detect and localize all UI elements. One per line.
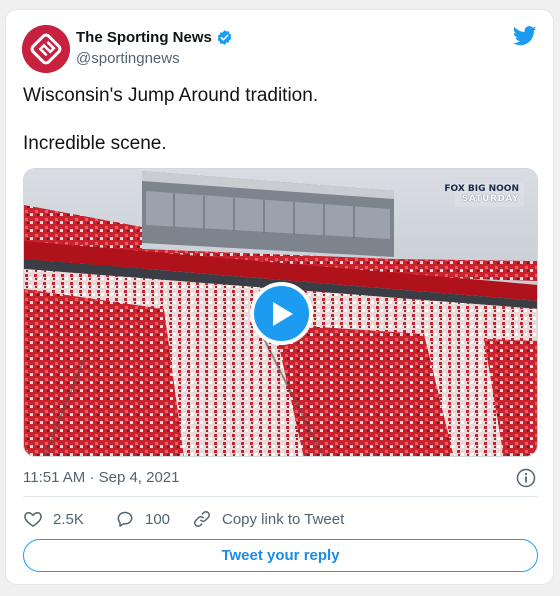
- like-button[interactable]: 2.5K: [23, 509, 115, 529]
- tweet-actions: 2.5K 100 Copy link to Tweet: [23, 509, 344, 529]
- broadcast-logo: FOX BIG NOON SATURDAY: [444, 184, 519, 204]
- divider: [23, 496, 538, 497]
- author-handle[interactable]: @sportingnews: [76, 50, 180, 67]
- video-media[interactable]: FOX BIG NOON SATURDAY: [23, 168, 538, 457]
- copy-link-label: Copy link to Tweet: [222, 510, 345, 528]
- tweet-text: Wisconsin's Jump Around tradition. Incre…: [23, 84, 533, 156]
- tweet-line-1: Wisconsin's Jump Around tradition.: [23, 85, 319, 106]
- play-button[interactable]: [250, 282, 313, 345]
- avatar[interactable]: [22, 25, 70, 73]
- reply-bubble-icon: [117, 511, 133, 527]
- play-icon: [272, 301, 293, 326]
- broadcast-logo-line-1: FOX BIG NOON: [444, 184, 519, 194]
- tweet-card: The Sporting News @sportingnews Wisconsi…: [5, 9, 554, 585]
- sporting-news-logo-icon: [22, 25, 70, 73]
- reply-count: 100: [145, 510, 171, 528]
- copy-link-button[interactable]: Copy link to Tweet: [192, 509, 344, 529]
- link-icon: [194, 511, 210, 527]
- tweet-timestamp[interactable]: 11:51 AM · Sep 4, 2021: [23, 469, 180, 486]
- author-name[interactable]: The Sporting News: [76, 29, 233, 46]
- reply-button[interactable]: 100: [115, 509, 192, 529]
- author-name-label: The Sporting News: [76, 29, 212, 46]
- verified-badge-icon: [216, 29, 233, 46]
- info-icon[interactable]: [516, 468, 536, 488]
- heart-icon: [24, 511, 42, 527]
- broadcast-logo-line-2: SATURDAY: [461, 194, 519, 204]
- tweet-your-reply-button[interactable]: Tweet your reply: [23, 539, 538, 572]
- tweet-line-2: Incredible scene.: [23, 133, 167, 154]
- twitter-bird-icon[interactable]: [512, 26, 537, 46]
- like-count: 2.5K: [53, 510, 84, 528]
